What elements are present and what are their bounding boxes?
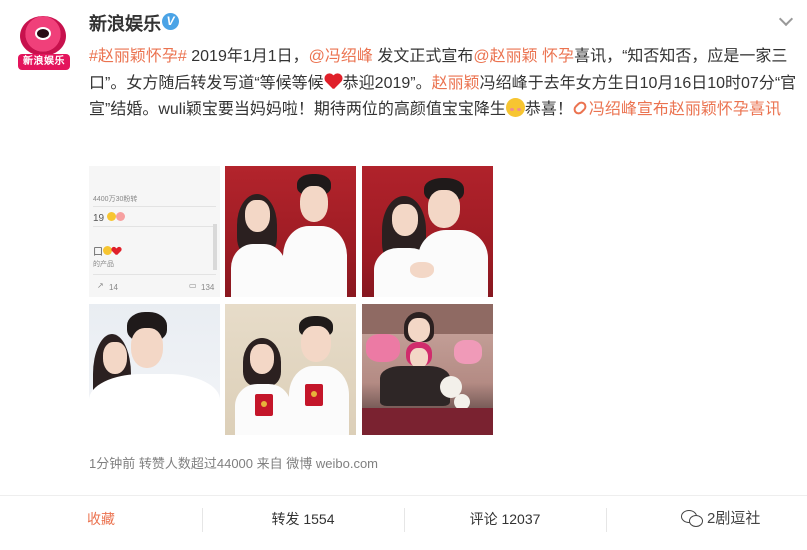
- post-source: 来自 微博 weibo.com: [256, 456, 379, 471]
- post-text-segment: 2019年1月1日，: [186, 48, 309, 65]
- post-text-segment: 恭迎2019”。: [342, 74, 432, 92]
- photo-figure: [283, 226, 347, 297]
- certificate-icon: [255, 394, 273, 416]
- article-link[interactable]: 冯绍峰宣布赵丽颖怀孕: [571, 99, 749, 118]
- reposts-note: 转赞人数超过44000: [138, 456, 254, 471]
- emoji-icon: [115, 212, 125, 221]
- post-time[interactable]: 1分钟前: [89, 456, 135, 471]
- share-icon: ↗: [97, 281, 104, 290]
- favorite-button[interactable]: 收藏: [0, 496, 202, 544]
- photo-couple-white[interactable]: [89, 304, 220, 435]
- photo-figure: [301, 326, 331, 362]
- photo-figure: [392, 204, 418, 236]
- divider: [93, 206, 216, 207]
- mention-feng-shaofeng[interactable]: @冯绍峰: [309, 48, 373, 65]
- heart-icon: [112, 247, 121, 255]
- photo-figure: [245, 200, 270, 232]
- avatar[interactable]: 新浪娱乐: [16, 12, 72, 70]
- weibo-post-card: 新浪娱乐 新浪娱乐 V #赵丽颖怀孕# 2019年1月1日，@冯绍峰 发文正式宣…: [0, 0, 807, 550]
- photo-floor: [362, 408, 493, 435]
- photo-figure: [250, 344, 274, 374]
- comment-button[interactable]: 评论 12037: [404, 496, 606, 544]
- photo-grid: 4400万30粉转 19 口 的产品 ↗ 14 ▭ 134: [89, 166, 494, 435]
- repost-count: 14: [109, 283, 118, 292]
- photo-figure: [300, 186, 328, 222]
- repost-button[interactable]: 转发 1554: [202, 496, 404, 544]
- photo-figure: [454, 340, 482, 364]
- photo-couple-red-1[interactable]: [225, 166, 356, 297]
- post-text-segment-highlight: 怀孕: [537, 48, 575, 65]
- divider: [606, 508, 607, 532]
- shot-text: 4400万30粉转: [93, 196, 138, 203]
- photo-figure: [408, 318, 430, 342]
- shot-text: 口: [93, 243, 121, 258]
- name-link-zhao-liying[interactable]: 赵丽颖: [432, 75, 480, 92]
- photo-figure: [366, 334, 400, 362]
- hashtag-link[interactable]: #赵丽颖怀孕#: [89, 48, 187, 65]
- emoji-icon: [106, 212, 116, 221]
- certificate-icon: [305, 384, 323, 406]
- photo-screenshot[interactable]: 4400万30粉转 19 口 的产品 ↗ 14 ▭ 134: [89, 166, 220, 297]
- post-text: #赵丽颖怀孕# 2019年1月1日，@冯绍峰 发文正式宣布@赵丽颖 怀孕喜讯，“…: [89, 44, 805, 124]
- comment-count: 134: [201, 283, 215, 292]
- avatar-label: 新浪娱乐: [18, 54, 70, 70]
- shot-text: 的产品: [93, 261, 114, 268]
- heart-icon: [324, 74, 343, 90]
- verified-icon: V: [162, 13, 179, 30]
- shot-text: 19: [93, 212, 125, 224]
- shot-text: 19: [93, 213, 105, 224]
- wechat-icon: [681, 510, 703, 527]
- photo-figure: [103, 342, 127, 374]
- link-icon: [571, 99, 589, 117]
- article-link-suffix[interactable]: 喜讯: [749, 101, 781, 118]
- chevron-down-icon[interactable]: [779, 12, 793, 26]
- photo-figure: [410, 348, 428, 368]
- avatar-eye-icon: [35, 27, 51, 40]
- photo-living-room[interactable]: [362, 304, 493, 435]
- mention-zhao-liying[interactable]: @赵丽颖: [473, 48, 537, 65]
- post-meta: 1分钟前 转赞人数超过44000 来自 微博 weibo.com: [89, 453, 378, 472]
- scrollbar: [213, 224, 217, 270]
- photo-figure: [410, 262, 434, 278]
- shy-emoji-icon: [505, 98, 525, 117]
- watermark-text: 2剧逗社: [707, 510, 761, 527]
- article-link-label: 冯绍峰宣布赵丽颖怀孕: [588, 101, 749, 118]
- photo-figure: [231, 244, 286, 297]
- shot-text: 口: [93, 247, 103, 258]
- divider: [93, 226, 216, 227]
- divider: [93, 274, 216, 275]
- photo-marriage-certificates[interactable]: [225, 304, 356, 435]
- photo-figure: [89, 374, 220, 435]
- photo-figure: [131, 328, 163, 368]
- photo-couple-red-2[interactable]: [362, 166, 493, 297]
- comment-icon: ▭: [189, 281, 197, 290]
- photo-figure: [428, 190, 460, 228]
- watermark: 2剧逗社: [681, 507, 760, 528]
- post-text-segment: 发文正式宣布: [372, 48, 474, 65]
- post-text-segment: 恭喜！: [524, 101, 573, 118]
- account-name[interactable]: 新浪娱乐: [89, 10, 161, 36]
